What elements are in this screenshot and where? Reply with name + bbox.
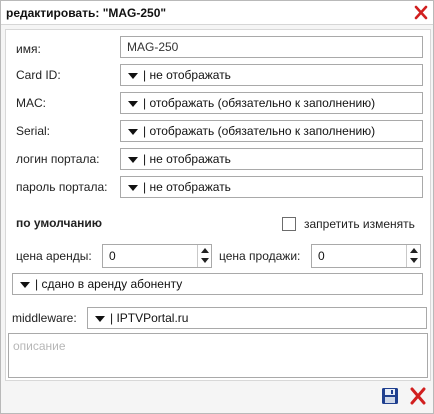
mac-value: | отображать (обязательно к заполнению) — [143, 96, 376, 110]
chevron-down-icon — [128, 101, 138, 107]
sale-price-label: цена продажи: — [219, 249, 301, 263]
description-textarea[interactable]: описание — [8, 333, 428, 378]
chevron-down-icon — [128, 185, 138, 191]
portal-login-select[interactable]: | не отображать — [120, 148, 423, 170]
name-label: имя: — [16, 42, 41, 56]
middleware-select[interactable]: | IPTVPortal.ru — [87, 307, 427, 329]
portal-password-select[interactable]: | не отображать — [120, 176, 423, 198]
portal-password-label: пароль портала: — [16, 180, 108, 194]
decrement-icon[interactable] — [201, 258, 209, 263]
chevron-down-icon — [128, 129, 138, 135]
mac-select[interactable]: | отображать (обязательно к заполнению) — [120, 92, 423, 114]
portal-login-value: | не отображать — [143, 152, 231, 166]
defaults-heading: по умолчанию — [16, 216, 103, 230]
form-panel: имя: MAG-250 Card ID: | не отображать MA… — [5, 29, 431, 381]
mac-label: MAC: — [16, 96, 46, 110]
close-icon[interactable] — [414, 4, 428, 20]
rental-status-value: | сдано в аренду абоненту — [35, 277, 183, 291]
portal-password-value: | не отображать — [143, 180, 231, 194]
portal-login-label: логин портала: — [16, 152, 100, 166]
chevron-down-icon — [20, 282, 30, 288]
sale-price-value: 0 — [318, 249, 325, 263]
red-x-icon[interactable] — [409, 386, 427, 406]
edit-dialog: редактировать: "MAG-250" имя: MAG-250 Ca… — [0, 0, 434, 414]
serial-select[interactable]: | отображать (обязательно к заполнению) — [120, 120, 423, 142]
rent-price-value: 0 — [109, 249, 116, 263]
floppy-disk-icon[interactable] — [381, 387, 399, 405]
dialog-titlebar: редактировать: "MAG-250" — [1, 1, 433, 25]
serial-label: Serial: — [16, 124, 51, 138]
rent-price-stepper — [197, 245, 211, 267]
description-placeholder: описание — [13, 339, 66, 353]
chevron-down-icon — [95, 316, 105, 322]
rental-status-select[interactable]: | сдано в аренду абоненту — [12, 273, 423, 295]
name-input[interactable]: MAG-250 — [120, 36, 423, 58]
chevron-down-icon — [128, 157, 138, 163]
card-id-select[interactable]: | не отображать — [120, 64, 423, 86]
middleware-value: | IPTVPortal.ru — [110, 311, 189, 325]
increment-icon[interactable] — [201, 248, 209, 253]
sale-price-spinner[interactable]: 0 — [311, 244, 421, 268]
decrement-icon[interactable] — [410, 258, 418, 263]
forbid-change-label: запретить изменять — [304, 217, 415, 231]
card-id-label: Card ID: — [16, 68, 61, 82]
forbid-change-checkbox[interactable] — [282, 217, 296, 231]
rent-price-label: цена аренды: — [16, 249, 92, 263]
sale-price-stepper — [406, 245, 420, 267]
chevron-down-icon — [128, 73, 138, 79]
dialog-title: редактировать: "MAG-250" — [6, 6, 167, 20]
middleware-label: middleware: — [12, 311, 77, 325]
serial-value: | отображать (обязательно к заполнению) — [143, 124, 376, 138]
increment-icon[interactable] — [410, 248, 418, 253]
rent-price-spinner[interactable]: 0 — [102, 244, 212, 268]
card-id-value: | не отображать — [143, 68, 231, 82]
